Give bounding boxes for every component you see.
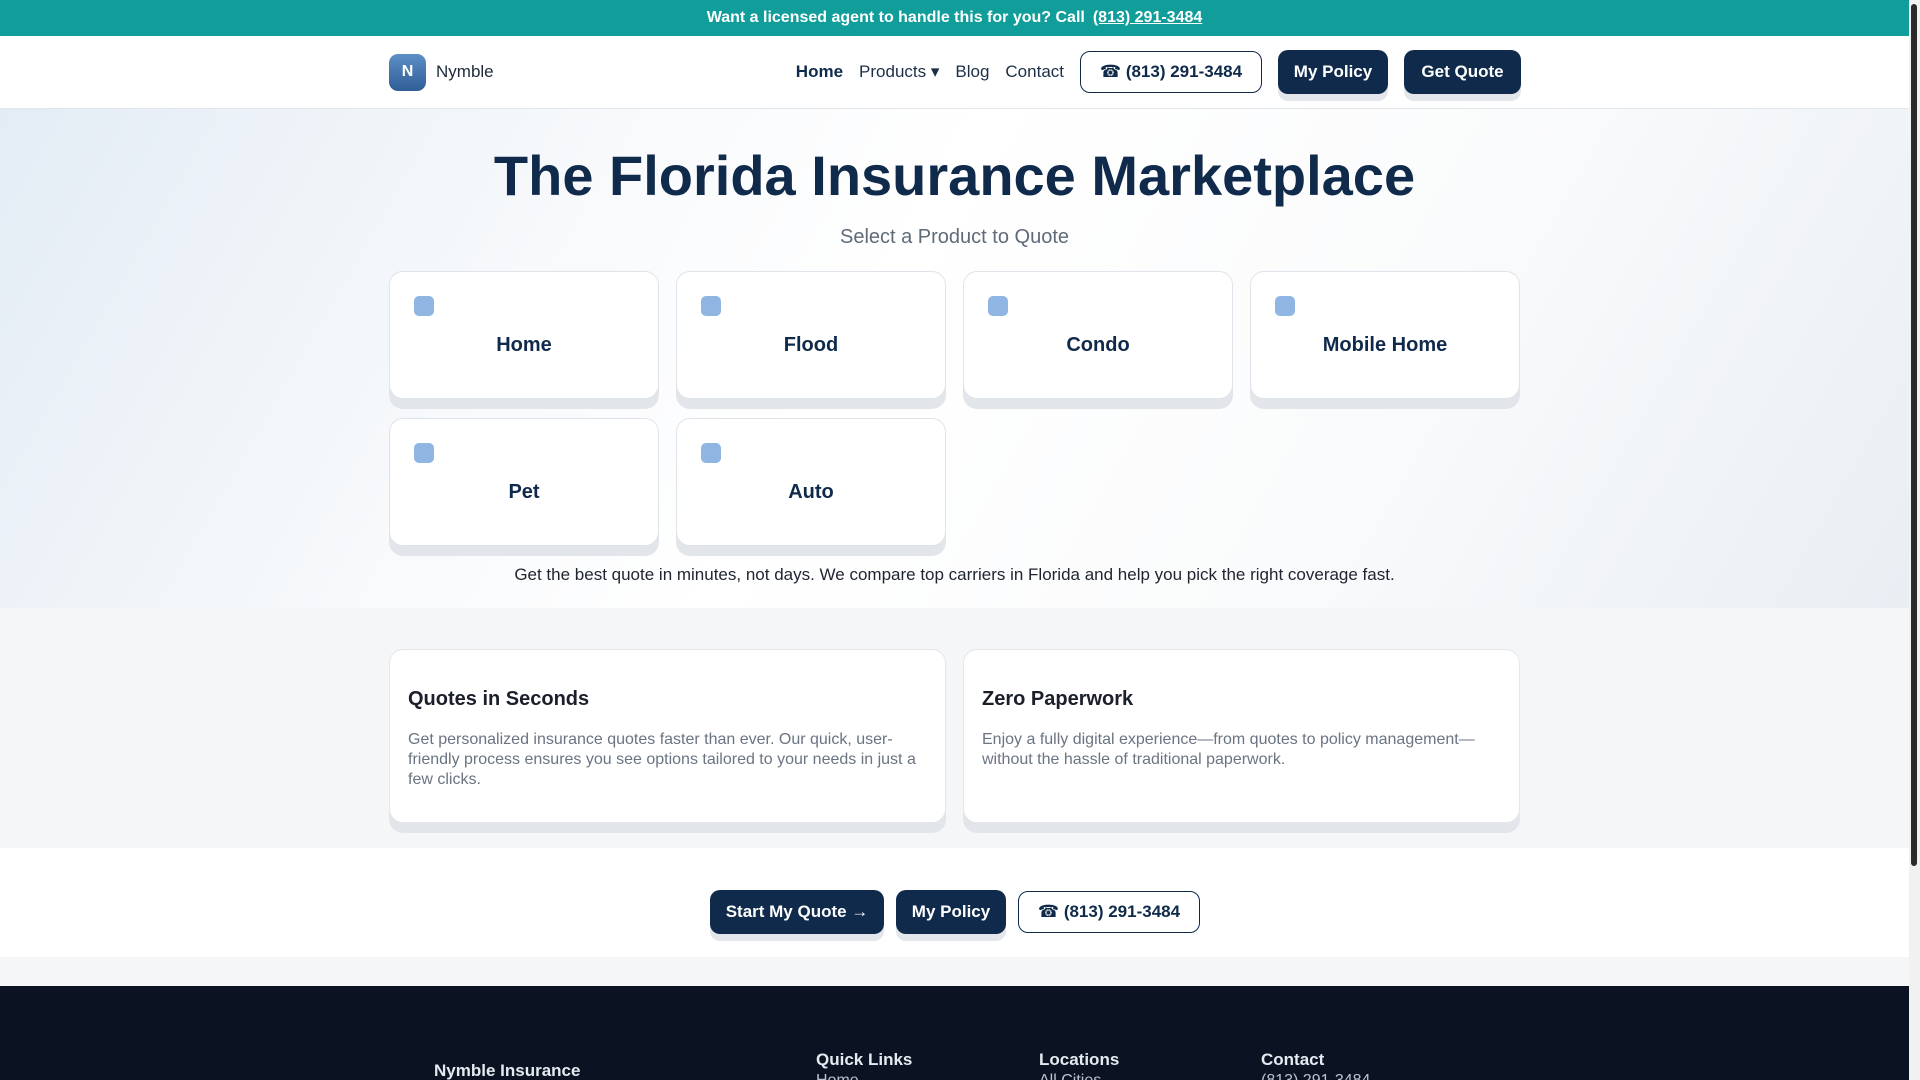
header-get-quote-button[interactable]: Get Quote (1404, 50, 1521, 94)
product-card-label: Pet (508, 481, 540, 503)
home-product-icon (414, 296, 434, 316)
hero-subtitle: Select a Product to Quote (839, 226, 1070, 248)
feature-text: Get personalized insurance quotes faster… (408, 731, 916, 788)
flood-product-icon (701, 296, 721, 316)
hero-section: The Florida Insurance Marketplace Select… (0, 109, 1909, 608)
start-quote-button[interactable]: Start My Quote → (710, 890, 884, 934)
section-divider (0, 957, 1909, 986)
footer-quick-links-title: Quick Links (816, 1050, 913, 1069)
product-card-mobile-home[interactable]: Mobile Home (1250, 271, 1520, 399)
main-nav: Home Products ▾ Blog Contact ☎ (813) 291… (796, 50, 1521, 94)
product-card-label: Auto (788, 481, 834, 503)
nav-blog[interactable]: Blog (955, 62, 989, 82)
footer-contact: Contact (813) 291-3484 (1261, 1050, 1370, 1080)
footer-link-home[interactable]: Home (816, 1072, 912, 1080)
nav-products-dropdown[interactable]: Products ▾ (859, 62, 939, 82)
footer-contact-phone[interactable]: (813) 291-3484 (1261, 1072, 1370, 1080)
cta-my-policy-button[interactable]: My Policy (896, 890, 1006, 934)
product-card-label: Flood (783, 334, 839, 356)
logo-icon[interactable]: N (389, 53, 426, 91)
cta-phone-button[interactable]: ☎ (813) 291-3484 (1018, 891, 1200, 933)
condo-product-icon (988, 296, 1008, 316)
header-phone-button[interactable]: ☎ (813) 291-3484 (1080, 51, 1262, 93)
page-title: The Florida Insurance Marketplace (493, 144, 1416, 207)
pet-product-icon (414, 443, 434, 463)
feature-text: Enjoy a fully digital experience—from qu… (982, 731, 1475, 768)
announcement-phone-link[interactable]: (813) 291-3484 (1093, 9, 1202, 27)
site-footer: Nymble Insurance Quick Links Home Locati… (0, 986, 1909, 1080)
footer-locations: Locations All Cities (1039, 1050, 1119, 1080)
product-card-flood[interactable]: Flood (676, 271, 946, 399)
footer-contact-title: Contact (1261, 1050, 1325, 1069)
announcement-text: Want a licensed agent to handle this for… (706, 9, 1085, 26)
mobile-home-product-icon (1275, 296, 1295, 316)
nav-home[interactable]: Home (796, 62, 843, 82)
product-card-home[interactable]: Home (389, 271, 659, 399)
header-my-policy-button[interactable]: My Policy (1278, 50, 1388, 94)
logo-text[interactable]: Nymble (436, 62, 494, 82)
features-section: Quotes in Seconds Get personalized insur… (0, 608, 1909, 848)
product-card-auto[interactable]: Auto (676, 418, 946, 546)
nav-contact[interactable]: Contact (1005, 62, 1064, 82)
scrollbar-thumb[interactable] (1911, 4, 1917, 866)
product-card-label: Mobile Home (1322, 334, 1448, 356)
feature-title: Quotes in Seconds (408, 688, 590, 710)
announcement-bar: Want a licensed agent to handle this for… (0, 0, 1909, 36)
product-card-pet[interactable]: Pet (389, 418, 659, 546)
feature-card-paperwork: Zero Paperwork Enjoy a fully digital exp… (963, 649, 1520, 823)
feature-title: Zero Paperwork (982, 688, 1134, 710)
footer-brand: Nymble Insurance (434, 1061, 581, 1080)
site-header: N Nymble Home Products ▾ Blog Contact ☎ … (0, 36, 1909, 109)
footer-link-all-cities[interactable]: All Cities (1039, 1072, 1119, 1080)
feature-card-quotes: Quotes in Seconds Get personalized insur… (389, 649, 946, 823)
footer-quick-links: Quick Links Home (816, 1050, 912, 1080)
product-card-label: Condo (1066, 334, 1130, 356)
product-card-condo[interactable]: Condo (963, 271, 1233, 399)
page-scrollbar[interactable] (1909, 0, 1920, 1080)
auto-product-icon (701, 443, 721, 463)
cta-section: Start My Quote → My Policy ☎ (813) 291-3… (0, 848, 1909, 957)
product-card-label: Home (496, 334, 552, 356)
footer-locations-title: Locations (1039, 1050, 1120, 1069)
hero-note: Get the best quote in minutes, not days.… (514, 565, 1395, 584)
